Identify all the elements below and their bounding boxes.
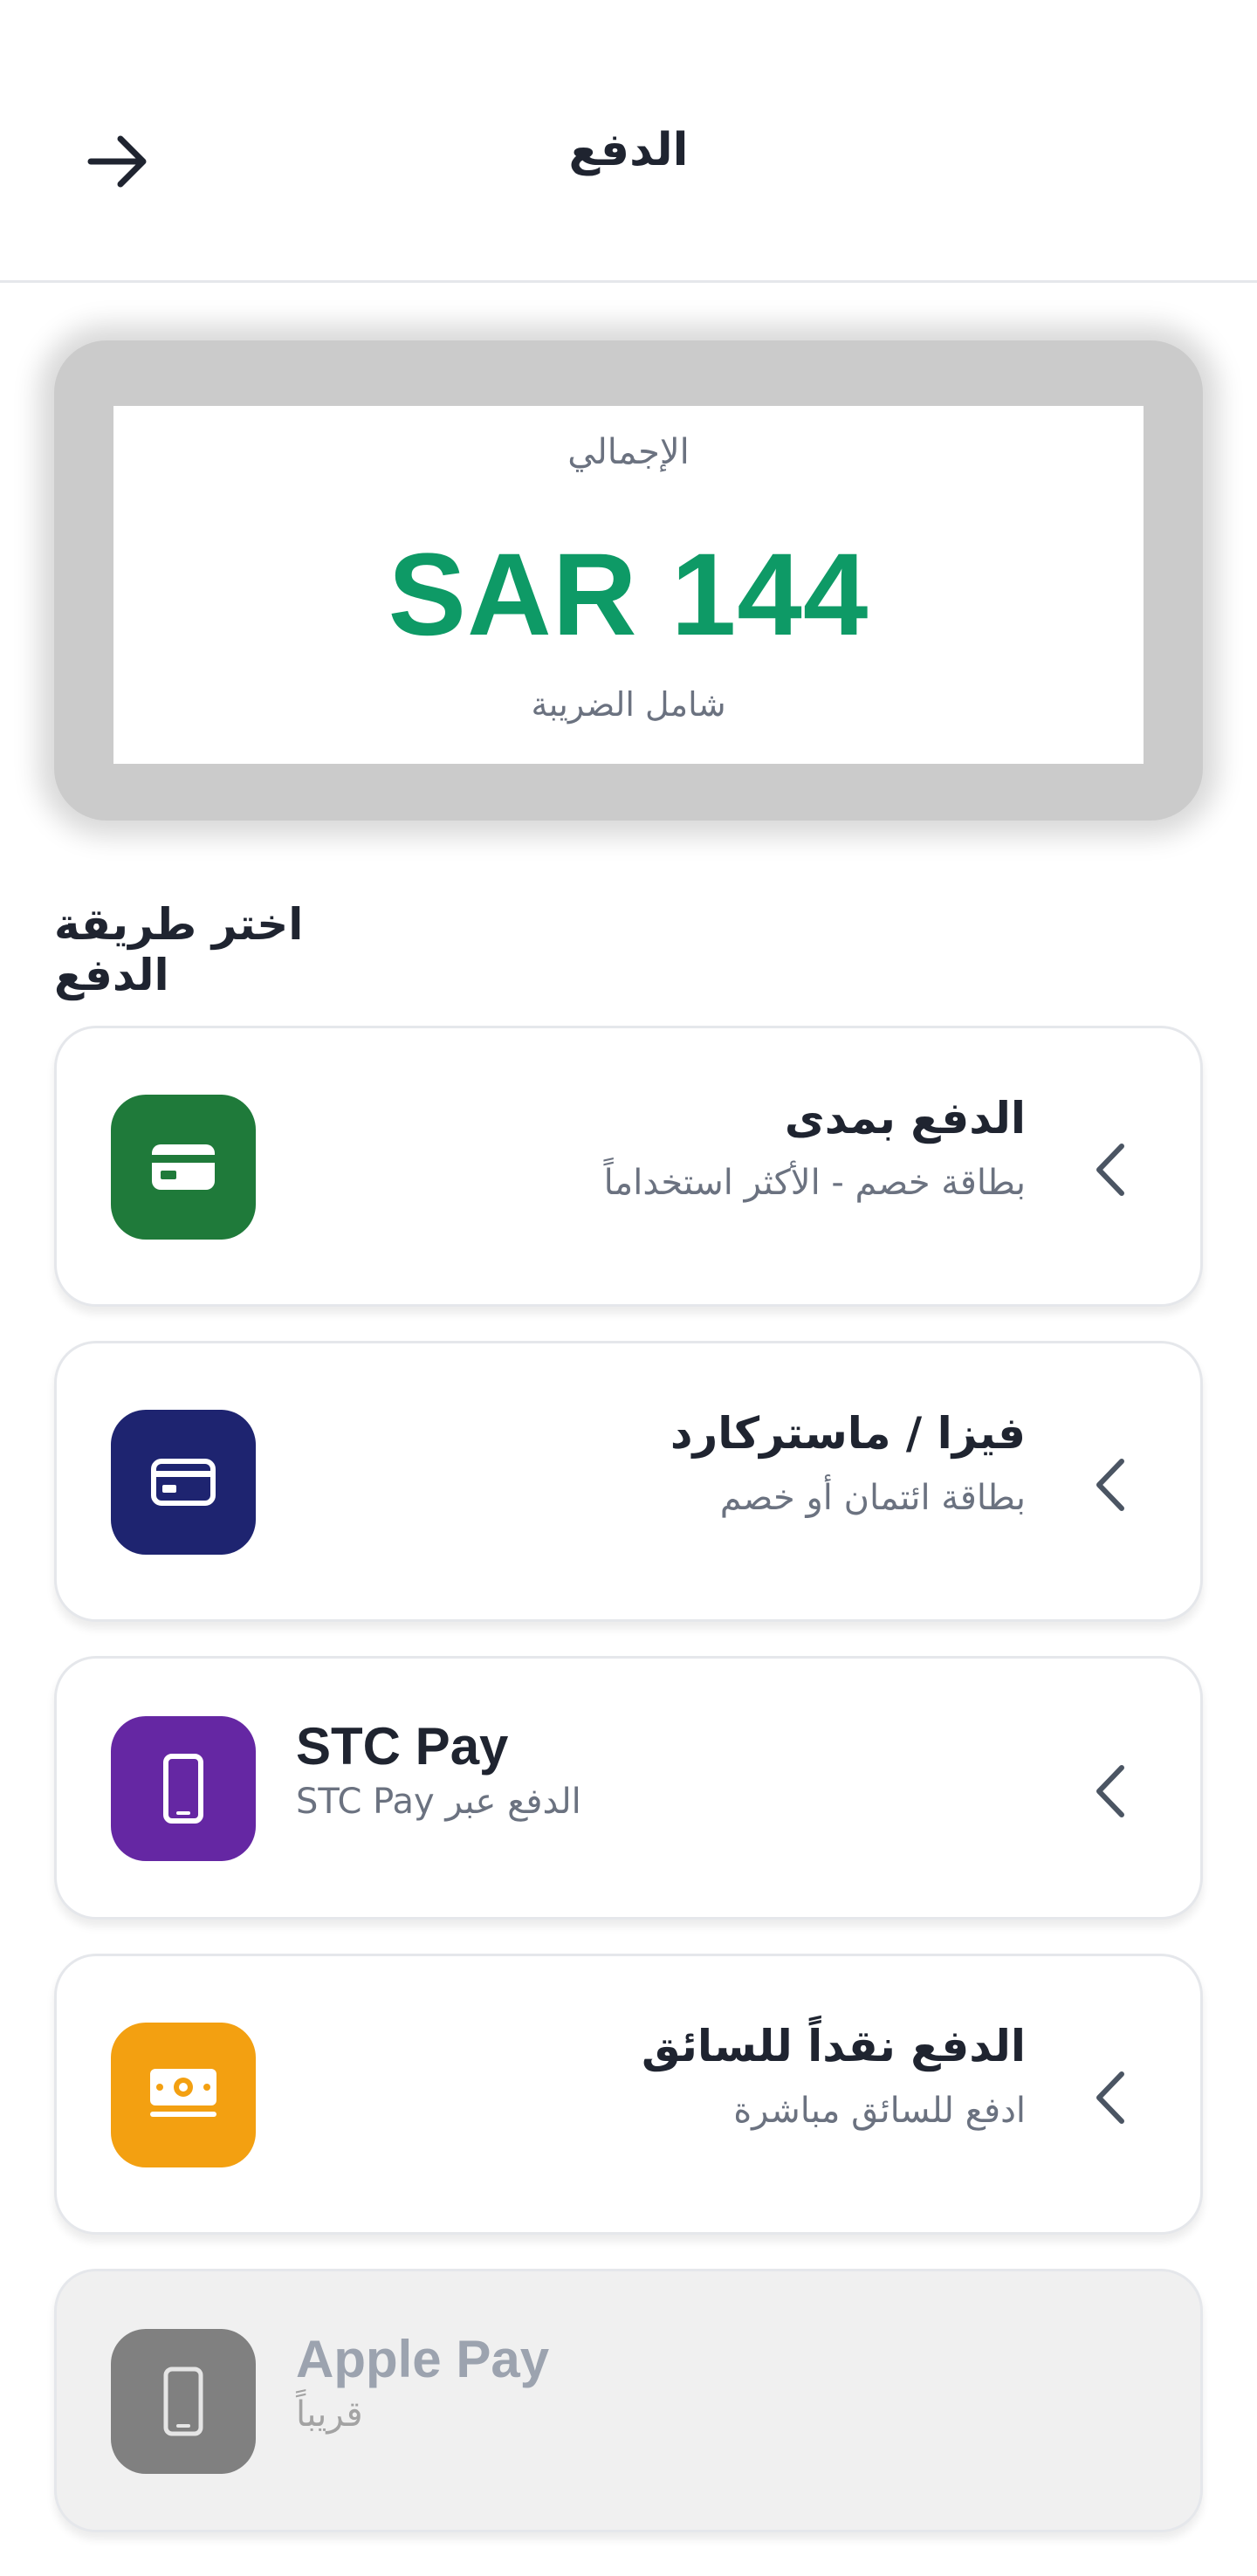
- payment-option-stc-pay[interactable]: STC Pay الدفع عبر STC Pay: [54, 1656, 1203, 1920]
- option-title: Apple Pay: [296, 2330, 550, 2388]
- chevron-left-icon: [1096, 1144, 1124, 1196]
- cash-icon: [111, 2023, 256, 2167]
- phone-icon: [111, 1716, 256, 1861]
- option-title: الدفع نقداً للسائق: [642, 2021, 1026, 2071]
- chevron-left-icon: [1096, 2071, 1124, 2124]
- payment-option-mada[interactable]: الدفع بمدى بطاقة خصم - الأكثر استخداماً: [54, 1026, 1203, 1307]
- option-subtitle: الدفع عبر STC Pay: [296, 1782, 581, 1822]
- phone-icon: [111, 2329, 256, 2474]
- total-label: الإجمالي: [567, 432, 690, 472]
- payment-option-visa-mastercard[interactable]: فيزا / ماستركارد بطاقة ائتمان أو خصم: [54, 1341, 1203, 1622]
- option-subtitle: بطاقة خصم - الأكثر استخداماً: [603, 1163, 1026, 1203]
- tax-note: شامل الضريبة: [531, 685, 726, 724]
- option-title: الدفع بمدى: [784, 1093, 1026, 1144]
- payment-option-apple-pay: Apple Pay قريباً: [54, 2269, 1203, 2532]
- chevron-left-icon: [1096, 1765, 1124, 1817]
- option-subtitle: بطاقة ائتمان أو خصم: [719, 1478, 1026, 1518]
- credit-card-icon: [111, 1095, 256, 1240]
- page-title: الدفع: [568, 124, 689, 176]
- option-subtitle: ادفع للسائق مباشرة: [733, 2091, 1026, 2131]
- header-bar: الدفع: [0, 0, 1257, 283]
- chevron-left-icon: [1096, 1459, 1124, 1511]
- credit-card-icon: [111, 1410, 256, 1555]
- payment-option-cash[interactable]: الدفع نقداً للسائق ادفع للسائق مباشرة: [54, 1954, 1203, 2235]
- option-title: فيزا / ماستركارد: [670, 1408, 1026, 1459]
- option-title: STC Pay: [296, 1717, 509, 1776]
- section-title: اختر طريقة الدفع: [54, 899, 304, 1000]
- total-amount: SAR 144: [388, 530, 869, 660]
- option-subtitle: قريباً: [296, 2394, 363, 2435]
- total-card: الإجمالي SAR 144 شامل الضريبة: [113, 406, 1144, 764]
